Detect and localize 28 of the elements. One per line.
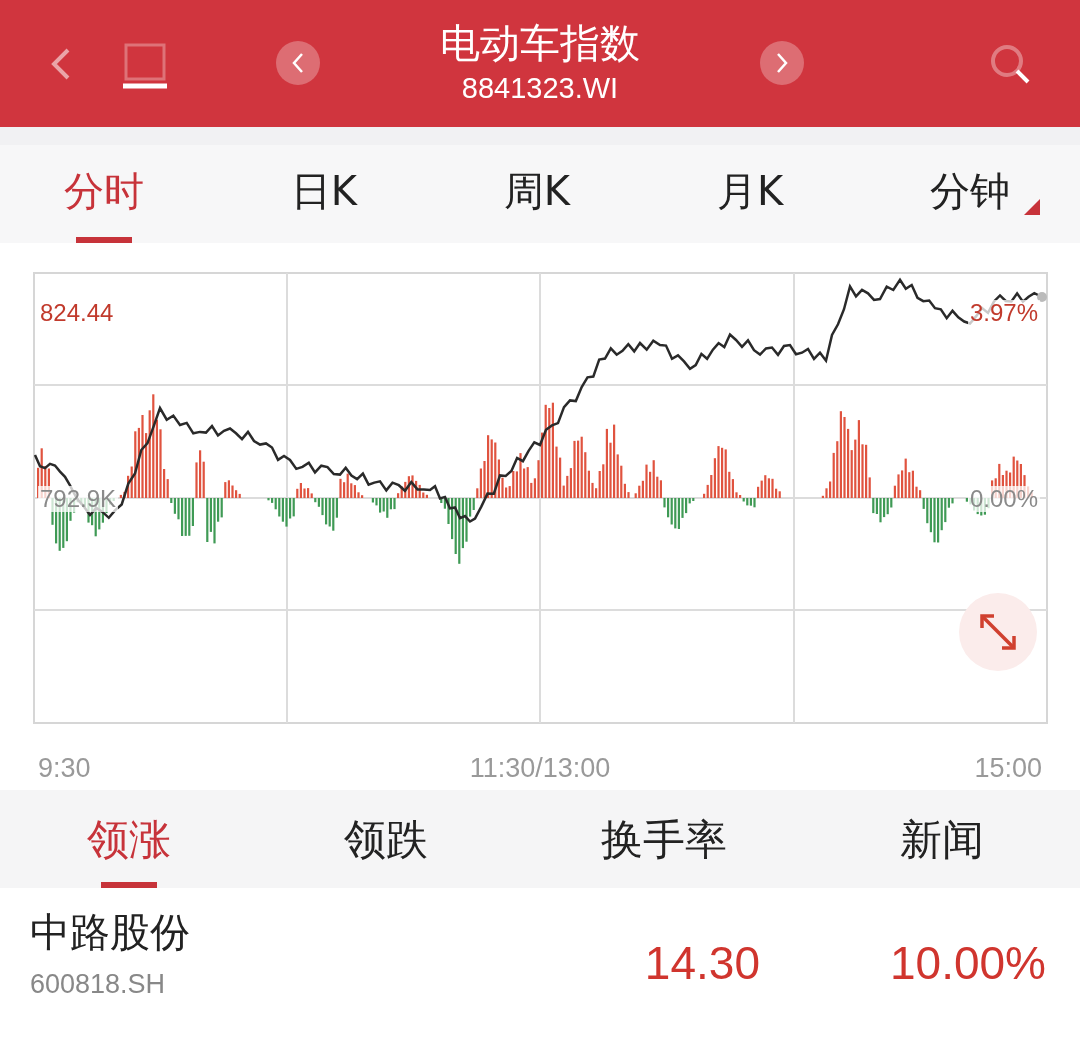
chart-tab[interactable]: 周K	[503, 145, 571, 243]
chart-tab[interactable]: 月K	[716, 145, 784, 243]
chevron-left-icon	[291, 52, 305, 75]
stock-change: 10.00%	[890, 940, 1046, 986]
expand-icon	[978, 612, 1018, 652]
chart-tab[interactable]: 分钟	[929, 145, 1040, 243]
stock-name: 中路股份	[30, 908, 191, 956]
chart-tab[interactable]: 分时	[64, 145, 144, 243]
next-button[interactable]	[760, 41, 804, 86]
time-label: 15:00	[974, 755, 1042, 782]
index-code: 8841323.WI	[460, 71, 620, 106]
volume-label: 792.9K	[38, 486, 119, 512]
stock-price: 14.30	[644, 940, 760, 986]
chevron-right-icon	[775, 52, 789, 75]
list-tab[interactable]: 新闻	[899, 790, 984, 888]
chart-tab[interactable]: 日K	[290, 145, 358, 243]
dropdown-triangle-icon	[1023, 199, 1040, 215]
stock-code: 600818.SH	[30, 968, 167, 1001]
list-tab[interactable]: 领跌	[343, 790, 428, 888]
previous-button[interactable]	[276, 41, 320, 86]
index-title: 电动车指数	[440, 21, 640, 66]
list-tab[interactable]: 换手率	[600, 790, 727, 888]
time-label: 11:30/13:00	[469, 755, 611, 782]
stock-row[interactable]: 中路股份 600818.SH 14.30 10.00%	[0, 888, 1080, 1047]
percent-label: 0.00%	[967, 486, 1040, 512]
list-tab[interactable]: 领涨	[86, 790, 171, 888]
percent-label: 3.97%	[967, 300, 1040, 326]
time-label: 9:30	[38, 755, 91, 782]
